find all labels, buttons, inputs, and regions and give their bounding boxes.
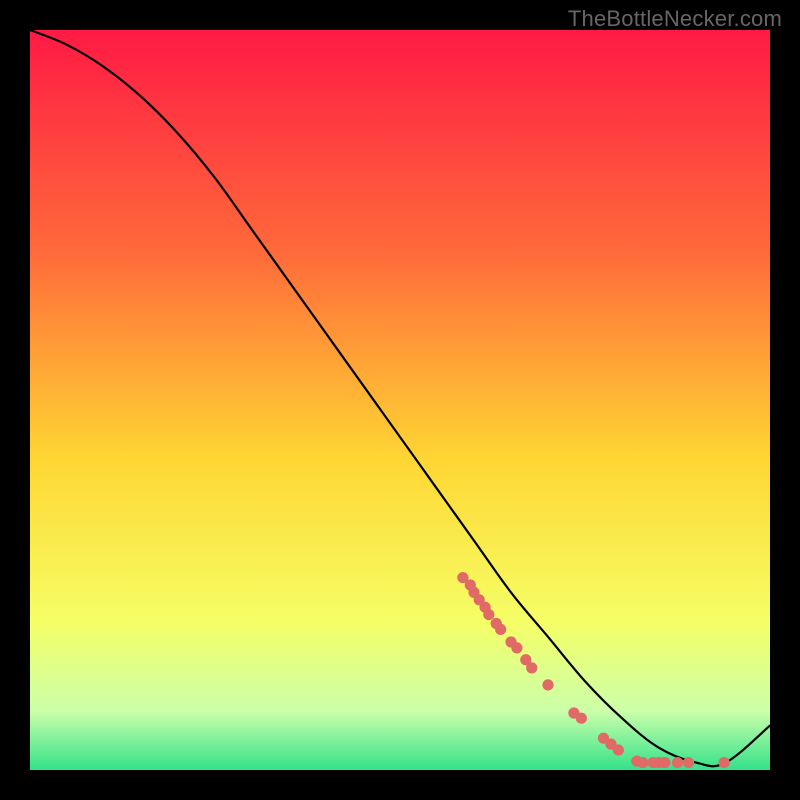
data-marker <box>576 713 587 724</box>
watermark-text: TheBottleNecker.com <box>568 6 782 32</box>
plot-area <box>30 30 770 770</box>
data-marker <box>613 744 624 755</box>
data-marker <box>719 757 730 768</box>
data-marker <box>526 662 537 673</box>
data-marker <box>542 679 553 690</box>
plot-svg <box>30 30 770 770</box>
data-marker <box>659 757 670 768</box>
data-marker <box>495 624 506 635</box>
data-marker <box>637 757 648 768</box>
data-marker <box>483 609 494 620</box>
data-marker <box>683 757 694 768</box>
data-marker <box>672 757 683 768</box>
data-marker <box>511 642 522 653</box>
chart-container: TheBottleNecker.com <box>0 0 800 800</box>
